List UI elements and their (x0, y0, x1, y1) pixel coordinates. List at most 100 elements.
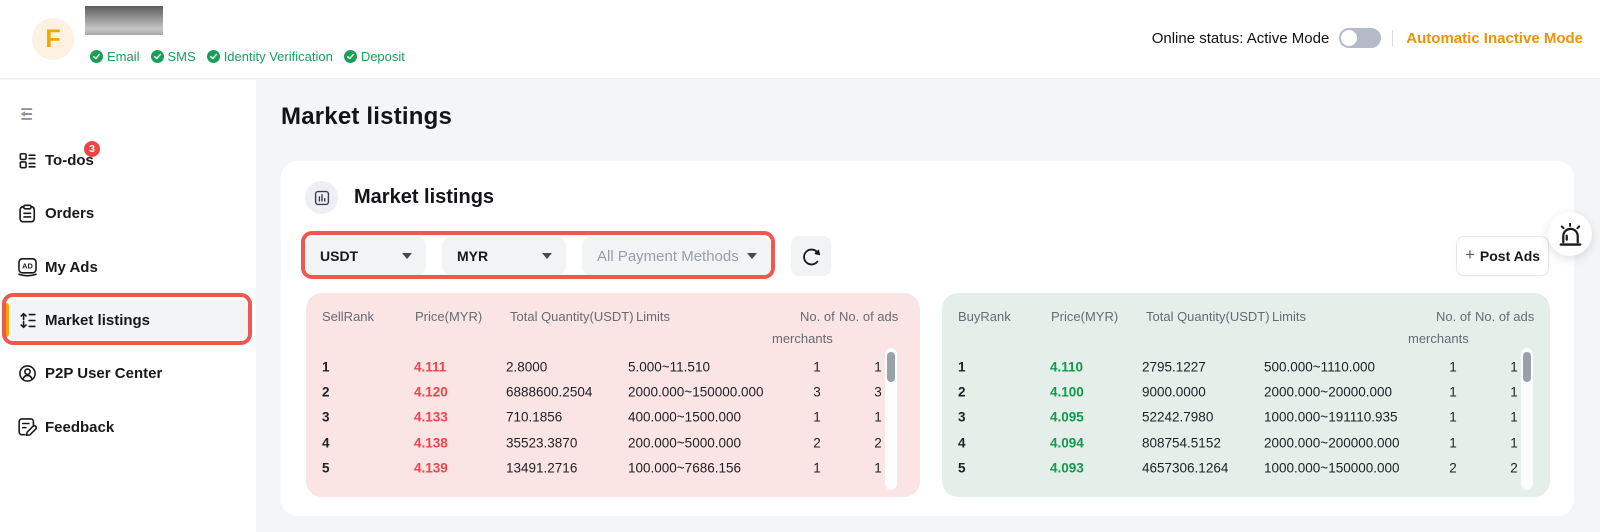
sidebar-item-orders[interactable]: Orders (8, 193, 248, 233)
sell-cell-limits: 2000.000~150000.000 (628, 384, 764, 399)
chevron-down-icon (542, 253, 552, 259)
sell-row: 54.13913491.2716100.000~7686.15611 (306, 455, 920, 480)
sell-cell-rank: 3 (322, 410, 330, 425)
col-price: Price(MYR) (1051, 309, 1118, 324)
badge-email-label: Email (107, 49, 140, 64)
buy-cell-qty: 2795.1227 (1142, 359, 1206, 374)
sell-row: 34.133710.1856400.000~1500.00011 (306, 405, 920, 430)
badge-deposit-label: Deposit (361, 49, 405, 64)
scrollbar-thumb[interactable] (1523, 352, 1531, 382)
col-quantity: Total Quantity(USDT) (510, 309, 634, 324)
user-circle-icon (18, 364, 37, 383)
sell-cell-price: 4.120 (414, 384, 448, 399)
sell-cell-qty: 2.8000 (506, 359, 547, 374)
feedback-icon (18, 418, 37, 437)
buy-cell-rank: 5 (958, 460, 966, 475)
sell-orders-panel: SellRank Price(MYR) Total Quantity(USDT)… (306, 293, 920, 497)
collapse-sidebar-icon[interactable] (20, 107, 33, 121)
buy-row: 14.1102795.1227500.000~1110.00011 (942, 354, 1550, 379)
buy-cell-price: 4.094 (1050, 435, 1084, 450)
sell-cell-limits: 400.000~1500.000 (628, 410, 741, 425)
divider (1392, 30, 1393, 46)
refresh-icon (801, 246, 822, 267)
toggle-knob (1341, 30, 1357, 46)
sidebar: To-dos 3 Orders AD My Ads (0, 80, 256, 532)
sell-cell-price: 4.139 (414, 460, 448, 475)
post-ads-label: Post Ads (1480, 248, 1540, 264)
chevron-down-icon (402, 253, 412, 259)
market-listings-card: Market listings USDT MYR All Payment Met… (281, 161, 1574, 516)
buy-cell-rank: 3 (958, 410, 966, 425)
sell-cell-price: 4.111 (414, 359, 446, 374)
buy-cell-limits: 2000.000~200000.000 (1264, 435, 1400, 450)
verification-badges: Email SMS Identity Verification Deposit (90, 48, 405, 65)
col-merchants: No. of (1436, 309, 1471, 324)
col-merchants: merchants (772, 331, 833, 346)
post-ads-button[interactable]: + Post Ads (1456, 236, 1549, 276)
col-buyrank: BuyRank (958, 309, 1011, 324)
online-status-toggle[interactable] (1339, 28, 1381, 48)
badge-identity-label: Identity Verification (224, 49, 333, 64)
col-ads: No. of ads (1475, 309, 1534, 324)
asset-select[interactable]: USDT (305, 237, 426, 275)
asset-select-value: USDT (320, 248, 358, 264)
buy-table-rows: 14.1102795.1227500.000~1110.0001124.1009… (942, 354, 1550, 480)
sidebar-item-market-listings[interactable]: Market listings (8, 300, 248, 340)
sell-cell-ads: 3 (848, 384, 908, 399)
buy-cell-rank: 4 (958, 435, 966, 450)
col-ads: No. of ads (839, 309, 898, 324)
chevron-down-icon (747, 253, 757, 259)
sell-cell-price: 4.138 (414, 435, 448, 450)
sidebar-item-todos[interactable]: To-dos 3 (8, 140, 248, 180)
buy-cell-price: 4.100 (1050, 384, 1084, 399)
siren-icon (1559, 223, 1582, 246)
svg-text:AD: AD (22, 261, 33, 270)
fiat-select[interactable]: MYR (442, 237, 566, 275)
sell-cell-merchants: 1 (787, 460, 847, 475)
auto-inactive-mode-link[interactable]: Automatic Inactive Mode (1406, 30, 1583, 47)
alerts-fab[interactable] (1548, 212, 1592, 256)
col-price: Price(MYR) (415, 309, 482, 324)
username-redacted (85, 6, 163, 35)
scrollbar-thumb[interactable] (887, 352, 895, 382)
sidebar-item-my-ads[interactable]: AD My Ads (8, 247, 248, 287)
orders-icon (18, 204, 37, 223)
buy-cell-price: 4.110 (1050, 359, 1083, 374)
sell-cell-limits: 100.000~7686.156 (628, 460, 741, 475)
sidebar-item-feedback[interactable]: Feedback (8, 407, 248, 447)
sell-cell-rank: 2 (322, 384, 330, 399)
sidebar-item-label: Feedback (45, 419, 114, 436)
payment-method-select[interactable]: All Payment Methods (582, 237, 771, 275)
col-sellrank: SellRank (322, 309, 374, 324)
buy-orders-panel: BuyRank Price(MYR) Total Quantity(USDT) … (942, 293, 1550, 497)
top-header: F Email SMS Identity Verification Deposi… (0, 0, 1600, 79)
buy-cell-price: 4.095 (1050, 410, 1084, 425)
buy-cell-merchants: 1 (1423, 435, 1483, 450)
todo-list-icon (18, 151, 37, 170)
sell-table-rows: 14.1112.80005.000~11.5101124.1206888600.… (306, 354, 920, 480)
check-icon (207, 50, 220, 63)
buy-cell-merchants: 2 (1423, 460, 1483, 475)
sell-cell-rank: 1 (322, 359, 330, 374)
buy-cell-qty: 52242.7980 (1142, 410, 1213, 425)
avatar[interactable]: F (32, 18, 74, 60)
buy-cell-limits: 500.000~1110.000 (1264, 359, 1375, 374)
sell-cell-price: 4.133 (414, 410, 448, 425)
buy-cell-limits: 2000.000~20000.000 (1264, 384, 1392, 399)
check-icon (90, 50, 103, 63)
check-icon (344, 50, 357, 63)
sell-row: 14.1112.80005.000~11.51011 (306, 354, 920, 379)
fiat-select-value: MYR (457, 248, 488, 264)
sell-cell-qty: 13491.2716 (506, 460, 577, 475)
page-title: Market listings (281, 103, 452, 131)
sell-cell-ads: 1 (848, 460, 908, 475)
sell-scrollbar[interactable] (885, 348, 897, 490)
buy-cell-ads: 2 (1484, 460, 1544, 475)
sell-cell-qty: 6888600.2504 (506, 384, 592, 399)
sidebar-item-p2p-user-center[interactable]: P2P User Center (8, 353, 248, 393)
col-merchants: No. of (800, 309, 835, 324)
buy-scrollbar[interactable] (1521, 348, 1533, 490)
col-merchants: merchants (1408, 331, 1469, 346)
check-icon (151, 50, 164, 63)
refresh-button[interactable] (791, 236, 831, 276)
